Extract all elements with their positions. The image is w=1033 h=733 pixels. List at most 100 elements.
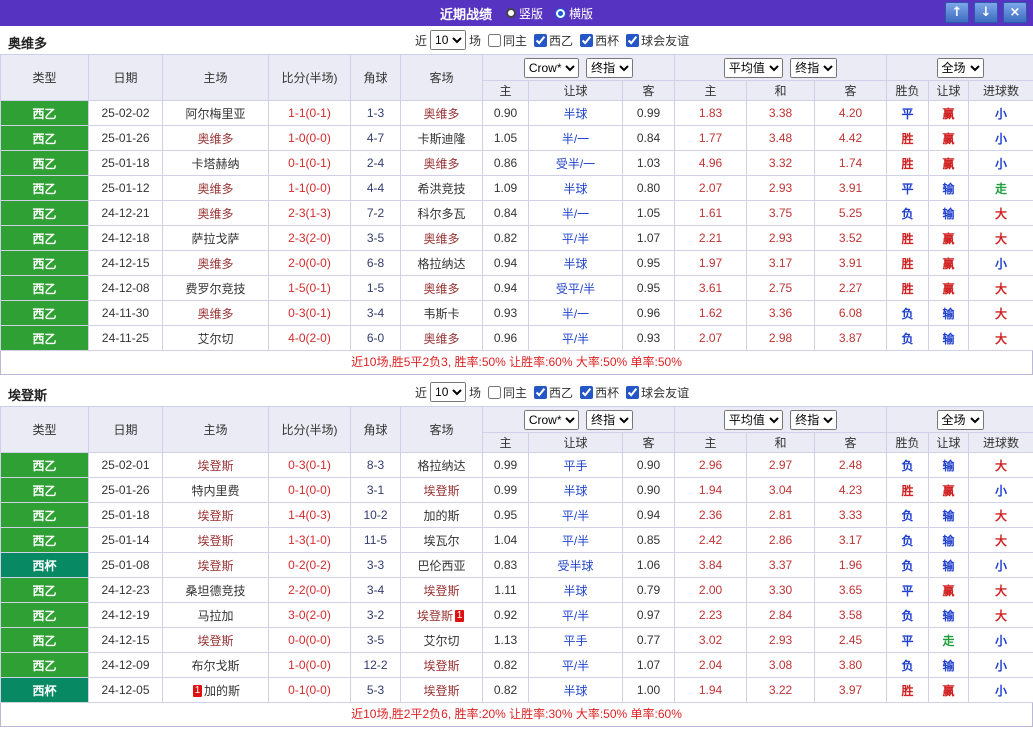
friendly-label: 球会友谊: [641, 33, 690, 48]
same-home-checkbox[interactable]: [488, 385, 502, 399]
radio-vertical-layout[interactable]: 竖版: [505, 5, 543, 22]
cup-xibei-filter[interactable]: 西杯: [576, 32, 619, 49]
odds-stage-select[interactable]: 终指: [586, 409, 634, 430]
average-select[interactable]: 平均值: [723, 57, 783, 78]
titlebar: 近期战绩 竖版 横版 ↑ ↓ ×: [0, 0, 1033, 26]
result-handicap-cell: 赢: [928, 577, 970, 603]
league-xiyi-filter[interactable]: 西乙: [530, 32, 573, 49]
odds-stage-select[interactable]: 终指: [586, 57, 634, 78]
team-name-title: 埃登斯: [8, 388, 48, 403]
cup-xibei-checkbox[interactable]: [580, 33, 594, 47]
handicap-cell: 受半球: [528, 552, 623, 578]
avg-stage-select[interactable]: 终指: [790, 409, 838, 430]
home-team-cell: 埃登斯: [162, 627, 269, 653]
league-xiyi-checkbox[interactable]: [534, 385, 548, 399]
same-home-label: 同主: [503, 33, 528, 48]
corner-cell: 4-7: [350, 125, 401, 151]
match-count-select[interactable]: 10: [430, 30, 467, 50]
team-name: 艾尔切: [197, 331, 234, 346]
average-select[interactable]: 平均值: [723, 409, 783, 430]
radio-horizontal-layout[interactable]: 横版: [555, 5, 593, 22]
games-label: 场: [469, 33, 482, 48]
friendly-filter[interactable]: 球会友谊: [622, 32, 689, 49]
odds-home-cell: 0.83: [482, 552, 529, 578]
cup-xibei-checkbox[interactable]: [580, 385, 594, 399]
avg-draw-cell: 2.98: [746, 325, 816, 351]
summary-stats: 近10场,胜5平2负3, 胜率:50% 让胜率:60% 大率:50% 单率:50…: [0, 351, 1033, 375]
league-xiyi-checkbox[interactable]: [534, 33, 548, 47]
avg-home-cell: 2.36: [674, 502, 748, 528]
handicap-cell: 半球: [528, 577, 623, 603]
radio-horizontal-icon[interactable]: [555, 7, 566, 19]
away-team-cell: 奥维多: [400, 150, 483, 176]
team-name: 加的斯: [423, 508, 460, 523]
result-wl-cell: 负: [886, 652, 930, 678]
avg-draw-cell: 2.93: [746, 225, 816, 251]
friendly-checkbox[interactable]: [626, 33, 640, 47]
avg-stage-select[interactable]: 终指: [790, 57, 838, 78]
team-name: 奥维多: [197, 131, 234, 146]
home-team-cell: 费罗尔竞技: [162, 275, 269, 301]
match-row: 西乙 25-02-02 阿尔梅里亚 1-1(0-1) 1-3 奥维多 0.90 半球 0.99 1…: [0, 100, 1033, 126]
date-cell: 25-02-01: [88, 452, 163, 478]
friendly-filter[interactable]: 球会友谊: [622, 384, 689, 401]
odds-home-cell: 1.13: [482, 627, 529, 653]
corner-cell: 3-3: [350, 552, 401, 578]
handicap-cell: 平/半: [528, 225, 623, 251]
away-team-cell: 奥维多: [400, 100, 483, 126]
away-team-cell: 埃登斯 1: [400, 602, 483, 628]
away-team-cell: 埃登斯: [400, 477, 483, 503]
radio-vertical-icon[interactable]: [505, 8, 516, 18]
same-home-checkbox[interactable]: [488, 33, 502, 47]
scroll-down-button[interactable]: ↓: [974, 2, 998, 23]
away-team-cell: 韦斯卡: [400, 300, 483, 326]
match-row: 西乙 25-01-26 奥维多 1-0(0-0) 4-7 卡斯迪隆 1.05 半/一 0.84 1…: [0, 125, 1033, 151]
away-team-cell: 奥维多: [400, 275, 483, 301]
scope-select[interactable]: 全场: [936, 57, 984, 78]
date-cell: 24-12-15: [88, 250, 163, 276]
down-arrow-icon: ↓: [980, 4, 992, 20]
league-cell: 西乙: [0, 527, 89, 553]
same-home-filter[interactable]: 同主: [484, 32, 527, 49]
team-name: 奥维多: [197, 206, 234, 221]
same-home-filter[interactable]: 同主: [484, 384, 527, 401]
col-header-odds-home: 主: [482, 432, 529, 453]
match-row: 西乙 24-11-30 奥维多 0-3(0-1) 3-4 韦斯卡 0.93 半/一 0.96 1.…: [0, 300, 1033, 326]
scroll-up-button[interactable]: ↑: [945, 2, 969, 23]
col-header-result-goals: 进球数: [968, 432, 1033, 453]
avg-home-cell: 1.94: [674, 677, 748, 703]
handicap-cell: 平/半: [528, 602, 623, 628]
result-handicap-cell: 输: [928, 527, 970, 553]
result-wl-cell: 平: [886, 100, 930, 126]
cup-xibei-filter[interactable]: 西杯: [576, 384, 619, 401]
col-header-corner: 角球: [350, 54, 401, 101]
away-team-cell: 奥维多: [400, 225, 483, 251]
avg-away-cell: 3.87: [814, 325, 888, 351]
col-header-date: 日期: [88, 54, 163, 101]
handicap-cell: 半球: [528, 250, 623, 276]
scope-select[interactable]: 全场: [936, 409, 984, 430]
window-buttons: ↑ ↓ ×: [945, 2, 1027, 23]
odds-away-cell: 1.05: [621, 200, 676, 226]
corner-cell: 3-4: [350, 300, 401, 326]
company-select[interactable]: Crow*: [523, 57, 579, 78]
home-team-cell: 桑坦德竞技: [162, 577, 269, 603]
handicap-cell: 平/半: [528, 527, 623, 553]
odds-home-cell: 0.92: [482, 602, 529, 628]
match-count-select[interactable]: 10: [430, 382, 467, 402]
friendly-checkbox[interactable]: [626, 385, 640, 399]
result-handicap-cell: 赢: [928, 477, 970, 503]
avg-home-cell: 2.07: [674, 175, 748, 201]
close-button[interactable]: ×: [1003, 2, 1027, 23]
score-cell: 0-0(0-0): [268, 627, 351, 653]
league-xiyi-filter[interactable]: 西乙: [530, 384, 573, 401]
home-team-cell: 特内里费: [162, 477, 269, 503]
company-select[interactable]: Crow*: [523, 409, 579, 430]
odds-away-cell: 1.06: [621, 552, 676, 578]
table-header-row: 类型 日期 主场 比分(半场) 角球 客场 Crow* 终指 平均值 终指 全场: [0, 54, 1033, 101]
result-handicap-cell: 赢: [928, 275, 970, 301]
table-header-row: 类型 日期 主场 比分(半场) 角球 客场 Crow* 终指 平均值 终指 全场: [0, 406, 1033, 453]
home-team-cell: 艾尔切: [162, 325, 269, 351]
team-name: 奥维多: [197, 256, 234, 271]
match-row: 西乙 25-01-18 卡塔赫纳 0-1(0-1) 2-4 奥维多 0.86 受半/一 1.03…: [0, 150, 1033, 176]
